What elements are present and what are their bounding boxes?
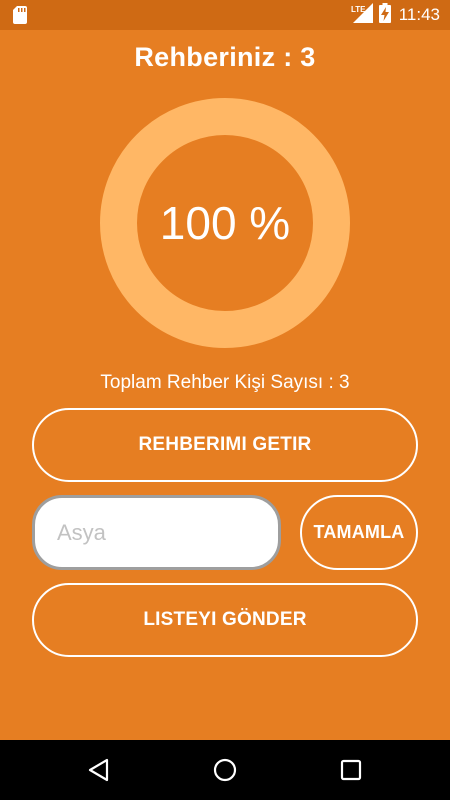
contact-count-text: Toplam Rehber Kişi Sayısı : 3: [100, 372, 350, 393]
progress-label: 100 %: [159, 197, 291, 249]
send-list-button[interactable]: LISTEYI GÖNDER: [32, 583, 418, 657]
home-icon[interactable]: [212, 757, 238, 788]
sd-card-icon: [13, 6, 27, 29]
progress-ring: 100 %: [100, 98, 350, 348]
network-type-label: LTE: [351, 5, 366, 14]
recents-icon[interactable]: [338, 757, 364, 788]
back-icon[interactable]: [86, 757, 112, 788]
page-title: Rehberiniz : 3: [134, 42, 316, 72]
name-input[interactable]: [32, 495, 281, 570]
status-time: 11:43: [398, 5, 440, 24]
get-contacts-button[interactable]: REHBERIMI GETIR: [32, 408, 418, 482]
status-bar: LTE 11:43: [0, 0, 450, 30]
complete-button[interactable]: TAMAMLA: [300, 495, 418, 570]
navigation-bar: [0, 740, 450, 800]
signal-icon: LTE: [351, 2, 373, 28]
battery-charging-icon: [378, 2, 391, 28]
